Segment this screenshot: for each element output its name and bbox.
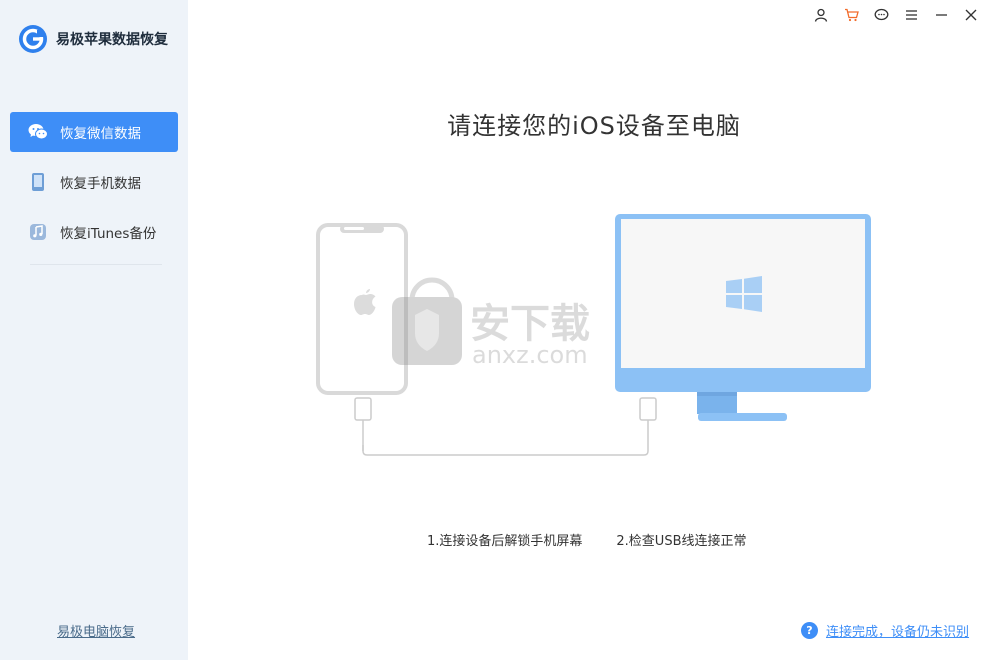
sidebar-nav: 恢复微信数据 恢复手机数据 恢复iTunes备份 — [10, 112, 178, 262]
connection-steps: 1.连接设备后解锁手机屏幕 2.检查USB线连接正常 — [427, 530, 747, 549]
sidebar-item-wechat[interactable]: 恢复微信数据 — [10, 112, 178, 152]
sidebar-item-phone[interactable]: 恢复手机数据 — [10, 162, 178, 202]
pc-recovery-link[interactable]: 易极电脑恢复 — [57, 621, 135, 640]
wechat-icon — [28, 122, 48, 142]
itunes-icon — [28, 222, 48, 242]
app-logo: 易极苹果数据恢复 — [18, 24, 168, 54]
sidebar-divider — [30, 264, 162, 265]
window-controls — [806, 6, 986, 24]
sidebar-item-label: 恢复手机数据 — [60, 176, 141, 192]
app-logo-icon — [19, 25, 47, 53]
sidebar-item-label: 恢复微信数据 — [60, 126, 141, 142]
close-icon[interactable] — [956, 6, 986, 24]
menu-icon[interactable] — [896, 6, 926, 24]
minimize-icon[interactable] — [926, 6, 956, 24]
cart-icon[interactable] — [836, 6, 866, 24]
step-2-text: 2.检查USB线连接正常 — [616, 534, 747, 549]
app-title: 易极苹果数据恢复 — [56, 32, 168, 48]
step-1-text: 1.连接设备后解锁手机屏幕 — [427, 534, 583, 549]
watermark-logo: 安下载 anxz.com — [392, 277, 590, 369]
help-link-text: 连接完成，设备仍未识别 — [826, 625, 970, 640]
phone-icon — [28, 172, 48, 192]
help-icon: ? — [801, 622, 818, 639]
monitor-illustration — [615, 214, 871, 421]
user-icon[interactable] — [806, 6, 836, 24]
chat-icon[interactable] — [866, 6, 896, 24]
sidebar: 易极苹果数据恢复 恢复微信数据 恢复手机数据 恢复iTunes备份 易极电脑恢复 — [0, 0, 188, 660]
connection-illustration: 安下载 anxz.com — [316, 214, 871, 456]
page-title: 请连接您的iOS设备至电脑 — [447, 112, 741, 140]
svg-text:anxz.com: anxz.com — [472, 341, 588, 369]
sidebar-item-itunes[interactable]: 恢复iTunes备份 — [10, 212, 178, 252]
sidebar-item-label: 恢复iTunes备份 — [60, 226, 157, 242]
device-not-recognized-link[interactable]: ? 连接完成，设备仍未识别 — [801, 621, 969, 640]
